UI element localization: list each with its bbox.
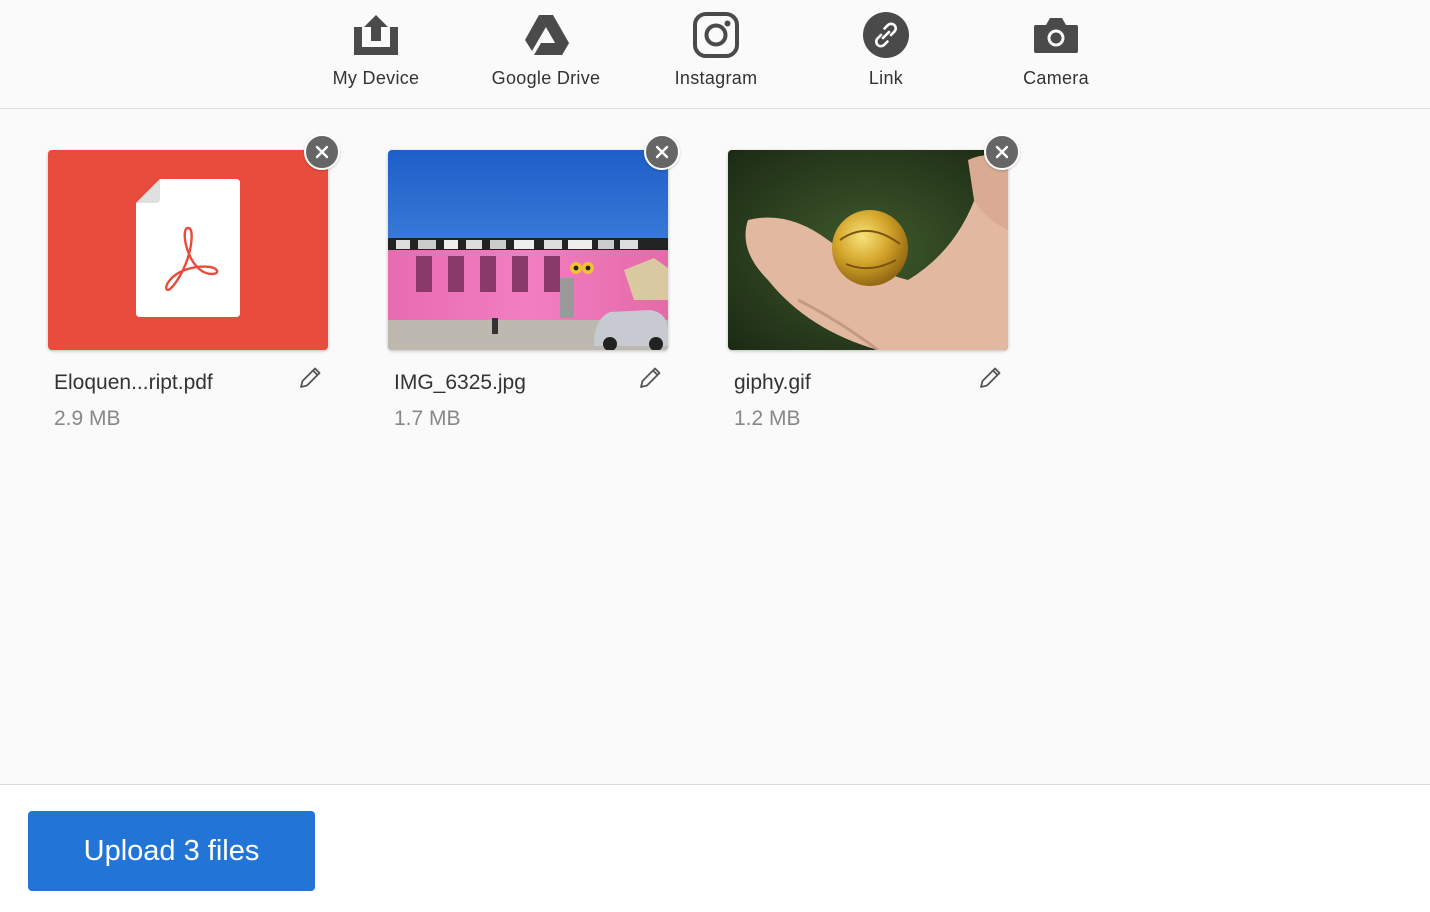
file-size: 2.9 MB [54,407,121,430]
file-size: 1.2 MB [734,407,801,430]
edit-file-button[interactable] [636,364,664,392]
source-toolbar: My Device Google Drive Instagram Link Ca… [0,0,1430,109]
close-icon [995,145,1009,159]
source-label: Link [868,68,904,88]
close-icon [315,145,329,159]
pencil-icon [980,367,1001,388]
image-thumbnail [388,150,668,350]
pencil-icon [300,367,321,388]
file-list: Eloquen...ript.pdf 2.9 MB IMG_6325.jpg 1… [0,109,1430,784]
source-label: My Device [332,68,420,88]
file-item: giphy.gif 1.2 MB [728,134,1020,450]
source-google-drive-button[interactable]: Google Drive [471,10,621,100]
edit-file-button[interactable] [296,364,324,392]
instagram-icon [688,10,744,60]
source-instagram-button[interactable]: Instagram [641,10,791,100]
source-label: Instagram [674,68,758,88]
file-item: IMG_6325.jpg 1.7 MB [388,134,680,450]
source-label: Camera [1023,68,1089,88]
pdf-thumbnail [48,150,328,350]
upload-button[interactable]: Upload 3 files [28,811,315,891]
pdf-file-icon [136,179,240,317]
close-icon [655,145,669,159]
file-name: giphy.gif [734,371,811,394]
file-item: Eloquen...ript.pdf 2.9 MB [48,134,340,450]
file-name: IMG_6325.jpg [394,371,526,394]
upload-tray-icon [348,10,404,60]
source-link-button[interactable]: Link [811,10,961,100]
source-camera-button[interactable]: Camera [981,10,1131,100]
pencil-icon [640,367,661,388]
edit-file-button[interactable] [976,364,1004,392]
remove-file-button[interactable] [304,134,340,170]
image-thumbnail [728,150,1008,350]
hand-snitch-photo [728,150,1008,350]
google-drive-icon [518,10,574,60]
source-my-device-button[interactable]: My Device [301,10,451,100]
upload-footer: Upload 3 files [0,784,1430,912]
uploader-dashboard: My Device Google Drive Instagram Link Ca… [0,0,1430,912]
link-icon [858,10,914,60]
file-name: Eloquen...ript.pdf [54,371,213,394]
mural-photo [388,150,668,350]
remove-file-button[interactable] [644,134,680,170]
camera-icon [1028,10,1084,60]
source-label: Google Drive [491,68,601,88]
file-size: 1.7 MB [394,407,461,430]
remove-file-button[interactable] [984,134,1020,170]
